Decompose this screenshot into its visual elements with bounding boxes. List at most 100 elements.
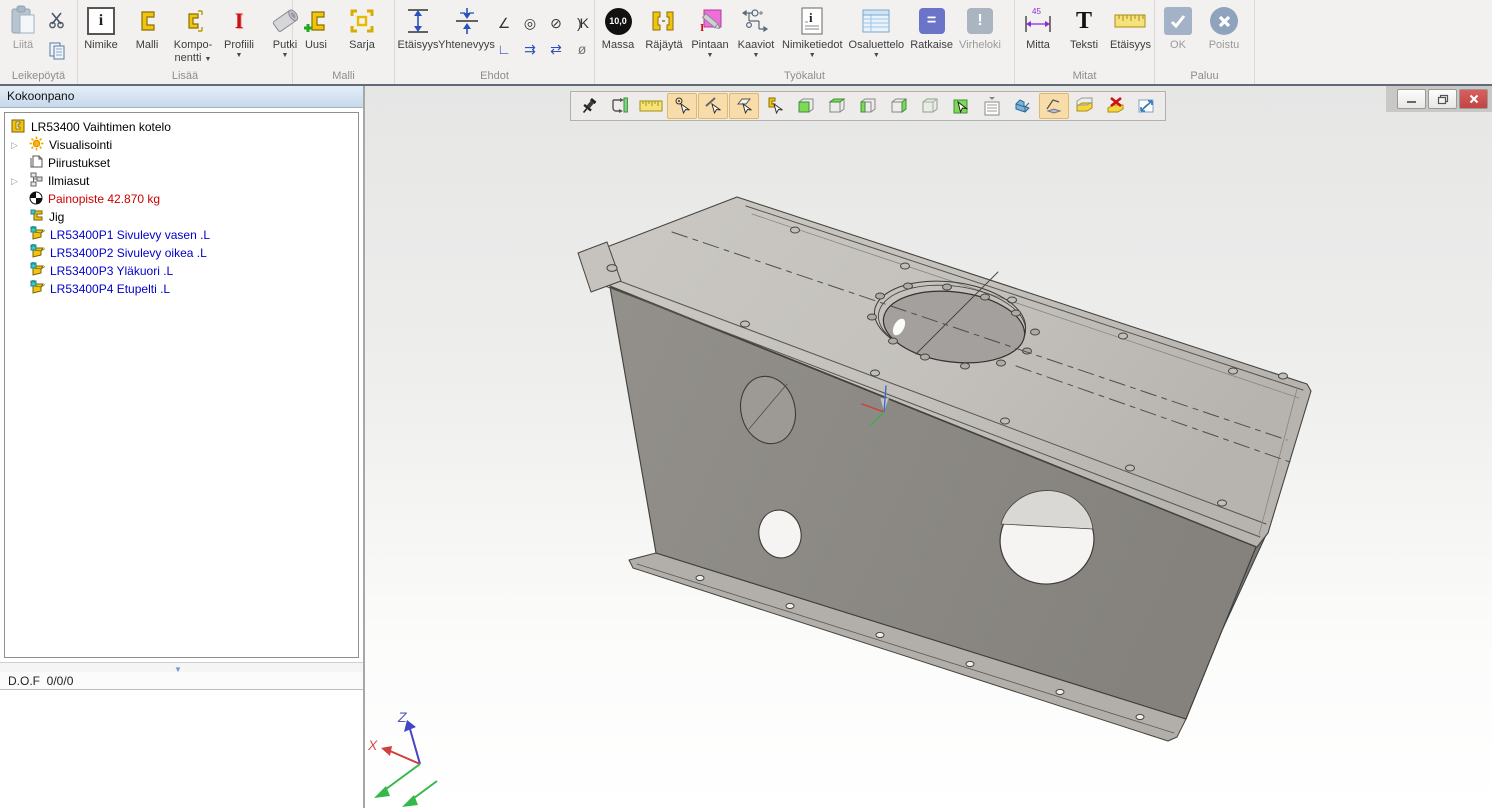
coincident-label: Yhtenevyys <box>438 39 495 52</box>
assembly-panel-title: Kokoonpano <box>0 86 363 108</box>
perpendicular-constraint-icon[interactable]: ∟ <box>492 37 516 61</box>
distance-constraint-label: Etäisyys <box>398 39 439 52</box>
parts-list-button[interactable]: Osaluettelo ▼ <box>846 3 908 60</box>
schematics-label: Kaaviot <box>738 39 775 52</box>
mass-button[interactable]: 10,0 Massa <box>595 3 641 52</box>
group-label-clipboard: Leikepöytä <box>0 70 77 82</box>
item-data-label: Nimiketiedot <box>782 39 843 52</box>
parts-list-label: Osaluettelo <box>849 39 905 52</box>
world-axes-triad: Z X <box>367 709 437 807</box>
tree-item-label: LR53400P1 Sivulevy vasen .L <box>50 228 210 242</box>
clipboard-paste-icon <box>8 3 38 39</box>
component-label-line1: Kompo- <box>174 39 213 52</box>
concentric-constraint-icon[interactable]: ◎ <box>518 11 542 35</box>
model-viewport[interactable]: Z X <box>365 86 1492 808</box>
text-button[interactable]: T Teksti <box>1061 3 1107 52</box>
configurations-icon <box>29 172 43 190</box>
expand-arrow-icon[interactable]: ▷ <box>11 140 23 151</box>
tree-item-label: LR53400P2 Sivulevy oikea .L <box>50 246 207 260</box>
group-label-model: Malli <box>293 70 394 82</box>
expand-arrow-icon[interactable]: ▷ <box>11 176 23 187</box>
tree-item-part-p2[interactable]: LR53400P2 Sivulevy oikea .L <box>5 244 358 262</box>
series-button[interactable]: Sarja <box>339 3 385 52</box>
item-data-icon: i <box>799 3 825 39</box>
explode-button[interactable]: Räjäytä <box>641 3 687 52</box>
distance-constraint-icon <box>403 3 433 39</box>
to-surface-dropdown-icon: ▼ <box>707 52 714 60</box>
component-dropdown-icon: ▼ <box>205 56 212 63</box>
copy-icon[interactable] <box>48 42 66 65</box>
new-model-icon <box>302 3 330 39</box>
model-3d-view[interactable]: Z X <box>365 86 1492 808</box>
profile-button[interactable]: I Profiili ▼ <box>216 3 262 60</box>
group-label-tools: Työkalut <box>595 70 1014 82</box>
part-icon <box>29 244 45 262</box>
tree-item-drawings[interactable]: Piirustukset <box>5 154 358 172</box>
ribbon-group-return: OK Poistu Paluu <box>1155 0 1255 84</box>
tree-item-label: Jig <box>49 210 64 224</box>
axis-z-label: Z <box>397 709 407 725</box>
cut-icon[interactable] <box>48 11 66 34</box>
tree-item-label: Painopiste 42.870 kg <box>48 192 160 206</box>
tangent-constraint-icon[interactable]: ⊘ <box>544 11 568 35</box>
fix-constraint-icon[interactable]: ø <box>570 37 594 61</box>
svg-text:I: I <box>700 22 704 34</box>
item-label: Nimike <box>84 39 118 52</box>
text-label: Teksti <box>1070 39 1098 52</box>
profile-dropdown-icon: ▼ <box>236 52 243 60</box>
solve-button[interactable]: = Ratkaise <box>907 3 956 52</box>
coincident-icon <box>452 3 482 39</box>
dof-label: D.O.F <box>8 674 40 688</box>
paste-button[interactable]: Liitä <box>0 3 46 52</box>
tree-item-configurations[interactable]: ▷ Ilmiasut <box>5 172 358 190</box>
tree-item-part-p4[interactable]: LR53400P4 Etupelti .L <box>5 280 358 298</box>
explode-icon <box>650 3 678 39</box>
part-icon <box>29 280 45 298</box>
error-log-button[interactable]: ! Virheloki <box>956 3 1004 52</box>
schematics-button[interactable]: Kaaviot ▼ <box>733 3 779 60</box>
dimension-button[interactable]: 45 Mitta <box>1015 3 1061 52</box>
component-button[interactable]: Kompo- nentti ▼ <box>170 3 216 65</box>
part-icon <box>29 262 45 280</box>
exit-button[interactable]: Poistu <box>1201 3 1247 52</box>
distance-constraint-button[interactable]: Etäisyys <box>395 3 441 52</box>
model-c-icon <box>134 3 160 39</box>
error-log-label: Virheloki <box>959 39 1001 52</box>
model-label: Malli <box>136 39 159 52</box>
new-button[interactable]: Uusi <box>293 3 339 52</box>
ribbon-group-model: Uusi Sarja Malli <box>293 0 395 84</box>
symmetry-constraint-icon[interactable]: )K <box>570 11 594 35</box>
coincident-button[interactable]: Yhtenevyys <box>441 3 492 52</box>
ribbon: Liitä Leikepöytä i Nimike Malli <box>0 0 1492 84</box>
tree-item-jig[interactable]: Jig <box>5 208 358 226</box>
to-surface-button[interactable]: I Pintaan ▼ <box>687 3 733 60</box>
ok-check-icon <box>1164 3 1192 39</box>
mass-icon: 10,0 <box>605 3 632 39</box>
tree-item-visualization[interactable]: ▷ Visualisointi <box>5 136 358 154</box>
angle-constraint-icon[interactable]: ∠ <box>492 11 516 35</box>
tree-item-part-p1[interactable]: LR53400P1 Sivulevy vasen .L <box>5 226 358 244</box>
item-button[interactable]: i Nimike <box>78 3 124 52</box>
model-button[interactable]: Malli <box>124 3 170 52</box>
ribbon-spacer <box>1255 0 1492 84</box>
main-content: Kokoonpano LR53400 Vaihtimen kotelo ▷ Vi… <box>0 84 1492 808</box>
cad-application-window: { "ribbon": { "groups": [ {"label": "Lei… <box>0 0 1492 808</box>
tree-item-center-of-gravity[interactable]: Painopiste 42.870 kg <box>5 190 358 208</box>
svg-text:45: 45 <box>1032 7 1041 16</box>
dof-status-row: D.O.F 0/0/0 <box>0 672 363 690</box>
ribbon-group-constraints: Etäisyys Yhtenevyys ∠ ◎ ⊘ )K ∟ ⇉ ⇄ ø Ehd… <box>395 0 595 84</box>
equal-constraint-icon[interactable]: ⇄ <box>544 37 568 61</box>
tree-item-part-p3[interactable]: LR53400P3 Yläkuori .L <box>5 262 358 280</box>
text-icon: T <box>1076 3 1092 39</box>
profile-label: Profiili <box>224 39 254 52</box>
measure-ruler-icon <box>1113 3 1147 39</box>
measure-distance-label: Etäisyys <box>1110 39 1151 52</box>
ok-button[interactable]: OK <box>1155 3 1201 52</box>
tree-item-label: Piirustukset <box>48 156 110 170</box>
parallel-constraint-icon[interactable]: ⇉ <box>518 37 542 61</box>
measure-distance-button[interactable]: Etäisyys <box>1107 3 1154 52</box>
item-data-button[interactable]: i Nimiketiedot ▼ <box>779 3 846 60</box>
constraint-mini-grid: ∠ ◎ ⊘ )K ∟ ⇉ ⇄ ø <box>492 11 594 61</box>
group-label-insert: Lisää <box>78 70 292 82</box>
tree-item-assembly-root[interactable]: LR53400 Vaihtimen kotelo <box>5 118 358 136</box>
